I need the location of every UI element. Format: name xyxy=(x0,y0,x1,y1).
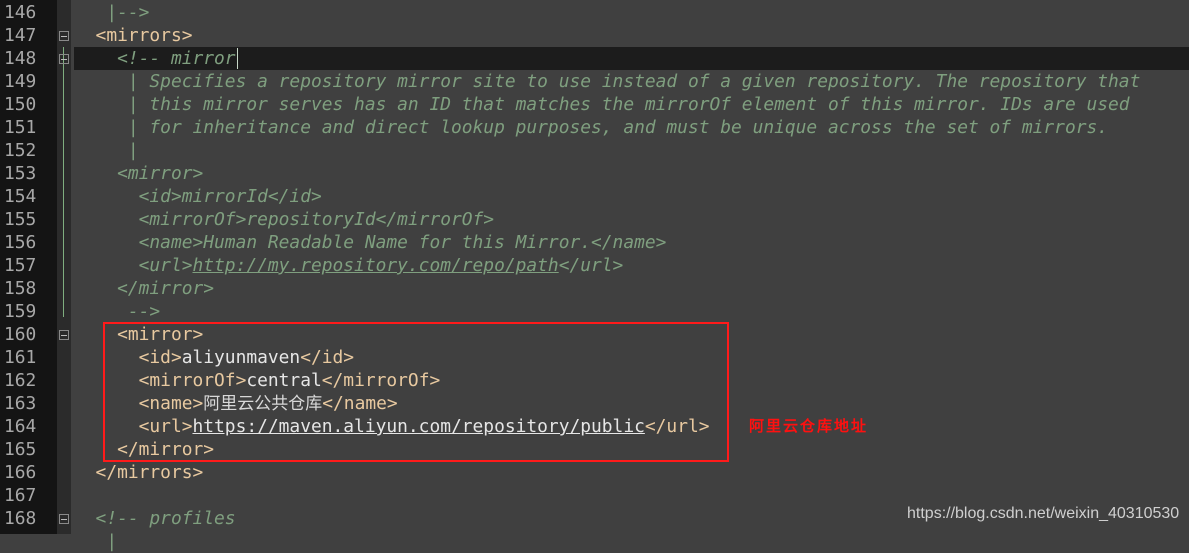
highlight-box xyxy=(103,322,729,462)
fold-toggle-icon[interactable] xyxy=(59,330,69,340)
code-text: | Specifies a repository mirror site to … xyxy=(74,70,1189,93)
code-token-comment: | Specifies a repository mirror site to … xyxy=(74,71,1141,92)
code-line[interactable]: 154 <id>mirrorId</id> xyxy=(0,185,1189,208)
code-line[interactable]: 155 <mirrorOf>repositoryId</mirrorOf> xyxy=(0,208,1189,231)
line-number: 151 xyxy=(4,117,37,138)
line-number: 155 xyxy=(4,209,37,230)
code-token-comment: <!-- mirror xyxy=(74,48,236,69)
code-token-comment: | xyxy=(74,531,118,552)
fold-toggle-icon[interactable] xyxy=(59,54,69,64)
code-text: | for inheritance and direct lookup purp… xyxy=(74,116,1189,139)
code-token-comment: <mirrorOf>repositoryId</mirrorOf> xyxy=(74,209,495,230)
code-text: | this mirror serves has an ID that matc… xyxy=(74,93,1189,116)
line-number: 161 xyxy=(4,347,37,368)
code-token-comment: </mirror> xyxy=(74,278,215,299)
fold-toggle-icon[interactable] xyxy=(59,514,69,524)
line-number: 148 xyxy=(4,48,37,69)
text-caret xyxy=(237,48,238,69)
code-line[interactable]: 151 | for inheritance and direct lookup … xyxy=(0,116,1189,139)
line-number: 150 xyxy=(4,94,37,115)
code-line[interactable]: 150 | this mirror serves has an ID that … xyxy=(0,93,1189,116)
code-text: <url>http://my.repository.com/repo/path<… xyxy=(74,254,1189,277)
code-text: </mirror> xyxy=(74,277,1189,300)
code-text: <id>mirrorId</id> xyxy=(74,185,1189,208)
code-token-comment: |--> xyxy=(74,2,150,23)
line-number: 165 xyxy=(4,439,37,460)
code-line[interactable]: 159 --> xyxy=(0,300,1189,323)
line-number: 149 xyxy=(4,71,37,92)
code-text: | xyxy=(74,139,1189,162)
code-line[interactable]: 153 <mirror> xyxy=(0,162,1189,185)
line-number: 163 xyxy=(4,393,37,414)
line-number: 154 xyxy=(4,186,37,207)
line-number: 168 xyxy=(4,508,37,529)
code-token-comment: <!-- profiles xyxy=(74,508,236,529)
code-line[interactable]: 156 <name>Human Readable Name for this M… xyxy=(0,231,1189,254)
code-line[interactable]: 158 </mirror> xyxy=(0,277,1189,300)
code-token-comment: <mirror> xyxy=(74,163,204,184)
code-token-comment: | this mirror serves has an ID that matc… xyxy=(74,94,1130,115)
line-number: 146 xyxy=(4,2,37,23)
url-link[interactable]: http://my.repository.com/repo/path xyxy=(192,255,558,276)
code-text: <!-- mirror xyxy=(74,47,1189,70)
code-text: <name>Human Readable Name for this Mirro… xyxy=(74,231,1189,254)
line-number: 159 xyxy=(4,301,37,322)
code-line[interactable]: 166 </mirrors> xyxy=(0,461,1189,484)
code-token-tag: </mirrors> xyxy=(74,462,204,483)
code-token-comment: | for inheritance and direct lookup purp… xyxy=(74,117,1109,138)
fold-toggle-icon[interactable] xyxy=(59,31,69,41)
code-line[interactable]: 167 xyxy=(0,484,1189,507)
code-token-comment: | xyxy=(74,140,139,161)
code-token-comment: <url> xyxy=(74,255,193,276)
watermark: https://blog.csdn.net/weixin_40310530 xyxy=(907,505,1180,522)
code-line[interactable]: 157 <url>http://my.repository.com/repo/p… xyxy=(0,254,1189,277)
code-text: --> xyxy=(74,300,1189,323)
code-text: <mirrors> xyxy=(74,24,1189,47)
line-number: 156 xyxy=(4,232,37,253)
line-number: 162 xyxy=(4,370,37,391)
code-line[interactable]: | xyxy=(0,530,1189,553)
line-number: 160 xyxy=(4,324,37,345)
line-number: 164 xyxy=(4,416,37,437)
line-number: 147 xyxy=(4,25,37,46)
code-text: <mirror> xyxy=(74,162,1189,185)
code-text: </mirrors> xyxy=(74,461,1189,484)
line-number: 157 xyxy=(4,255,37,276)
line-number: 167 xyxy=(4,485,37,506)
code-token-tag: <mirrors> xyxy=(74,25,193,46)
code-text: |--> xyxy=(74,1,1189,24)
code-text: <mirrorOf>repositoryId</mirrorOf> xyxy=(74,208,1189,231)
code-line[interactable]: 147 <mirrors> xyxy=(0,24,1189,47)
code-token-comment: <id>mirrorId</id> xyxy=(74,186,322,207)
line-number: 152 xyxy=(4,140,37,161)
line-number: 158 xyxy=(4,278,37,299)
code-line[interactable]: 146 |--> xyxy=(0,1,1189,24)
code-token-comment: --> xyxy=(74,301,161,322)
code-line[interactable]: 149 | Specifies a repository mirror site… xyxy=(0,70,1189,93)
code-text: | xyxy=(74,530,1189,553)
annotation-label: 阿里云仓库地址 xyxy=(749,417,869,435)
line-number: 153 xyxy=(4,163,37,184)
code-line[interactable]: 148 <!-- mirror xyxy=(0,47,1189,70)
code-line[interactable]: 152 | xyxy=(0,139,1189,162)
code-token-comment: <name>Human Readable Name for this Mirro… xyxy=(74,232,667,253)
code-token-comment: </url> xyxy=(558,255,624,276)
line-number: 166 xyxy=(4,462,37,483)
